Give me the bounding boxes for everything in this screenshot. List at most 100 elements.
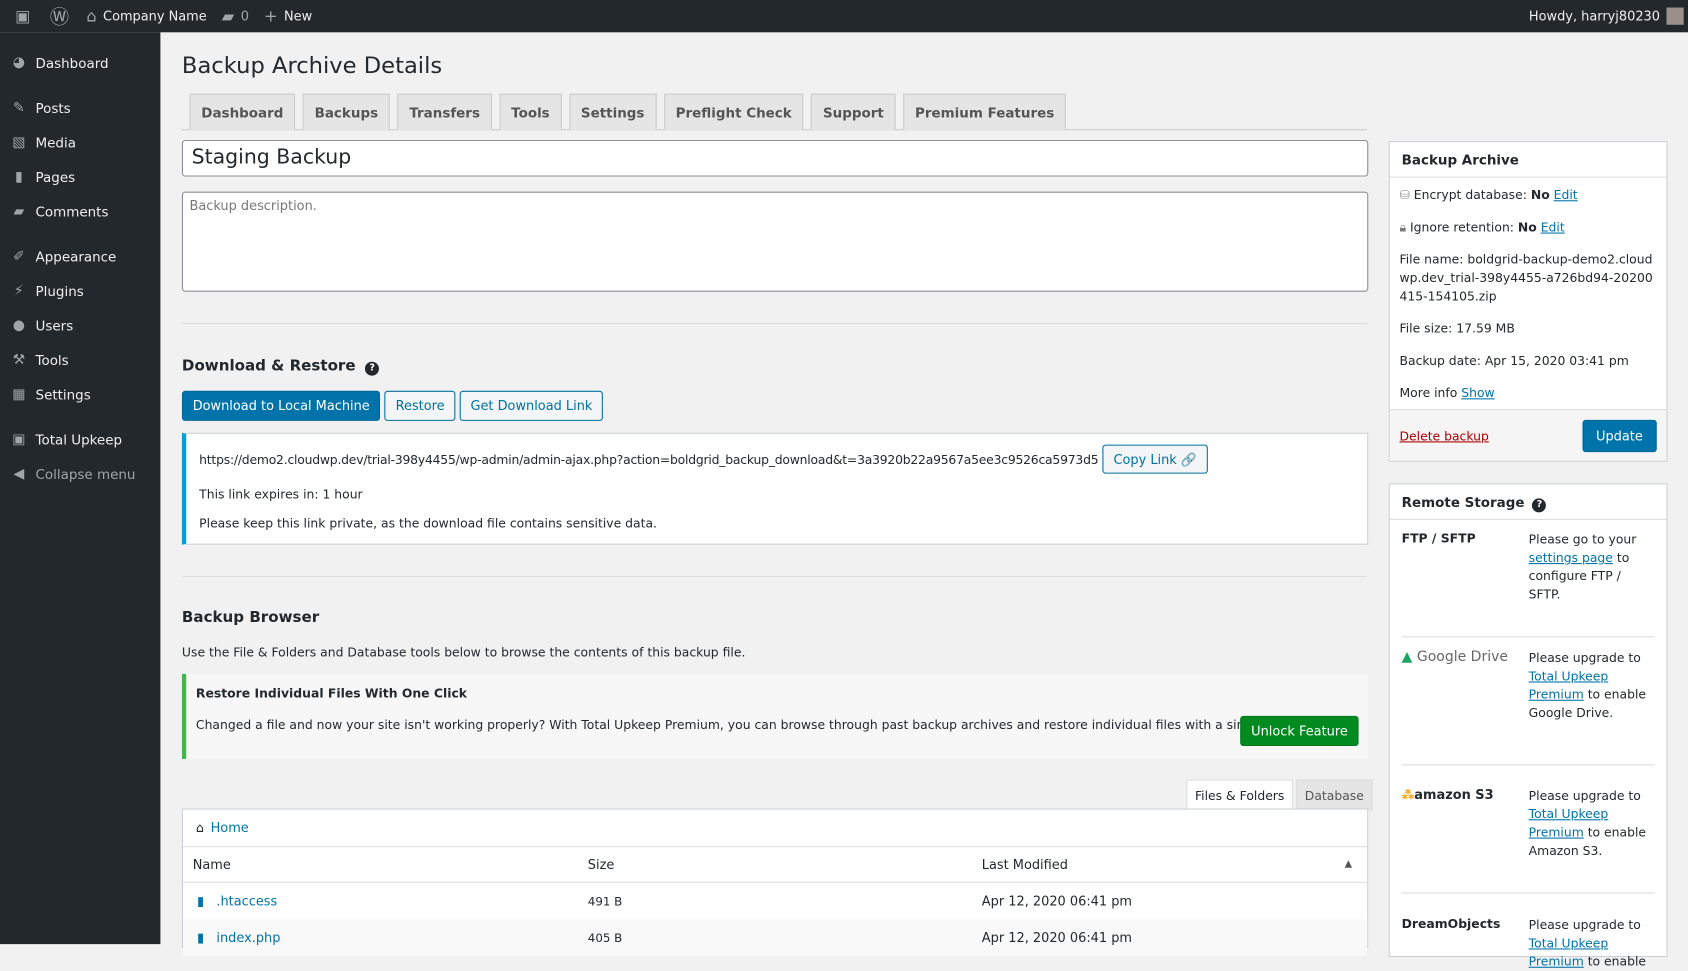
sidebar-item-settings[interactable]: ▦ Settings bbox=[0, 377, 160, 411]
link-icon: 🔗 bbox=[1180, 451, 1198, 467]
column-name[interactable]: Name bbox=[193, 857, 231, 872]
remote-amazon-s3: ⁂amazon S3 Please upgrade to Total Upkee… bbox=[1390, 765, 1667, 892]
wrench-icon: ⚒ bbox=[12, 351, 26, 368]
database-icon: ⛁ bbox=[1399, 187, 1410, 203]
table-row[interactable]: ▮ index.php 405 B Apr 12, 2020 06:41 pm bbox=[183, 919, 1368, 956]
divider bbox=[181, 575, 1368, 578]
restore-button[interactable]: Restore bbox=[384, 390, 456, 421]
brush-icon: ✐ bbox=[12, 248, 25, 265]
sort-asc-icon[interactable]: ▲ bbox=[1345, 859, 1352, 870]
sidebar-item-dashboard[interactable]: ◕ Dashboard bbox=[0, 45, 160, 79]
settings-icon: ▦ bbox=[12, 385, 26, 403]
avatar bbox=[1666, 7, 1684, 25]
file-icon: ▮ bbox=[197, 893, 205, 909]
tab-tools[interactable]: Tools bbox=[499, 93, 562, 131]
download-local-button[interactable]: Download to Local Machine bbox=[181, 390, 381, 421]
tab-transfers[interactable]: Transfers bbox=[397, 93, 492, 131]
lock-icon: 🔒︎ bbox=[1399, 219, 1407, 235]
total-upkeep-premium-link[interactable]: Premium bbox=[1529, 825, 1584, 840]
admin-sidebar: ◕ Dashboard ✎ Posts ▧ Media ▮ Pages ▰ Comment… bbox=[0, 32, 161, 945]
help-icon[interactable]: ? bbox=[365, 361, 380, 376]
tab-settings[interactable]: Settings bbox=[569, 93, 657, 131]
download-link-notice: https://demo2.cloudwp.dev/trial-398y4455… bbox=[181, 432, 1369, 545]
file-name[interactable]: .htaccess bbox=[216, 894, 277, 909]
tab-premium-features[interactable]: Premium Features bbox=[903, 93, 1067, 131]
show-more-info-link[interactable]: Show bbox=[1461, 385, 1494, 400]
total-upkeep-premium-link[interactable]: Premium bbox=[1529, 687, 1584, 702]
total-upkeep-premium-link[interactable]: Total Upkeep bbox=[1529, 806, 1609, 821]
sidebar-item-total-upkeep[interactable]: ▣ Total Upkeep bbox=[0, 422, 160, 456]
edit-encrypt-link[interactable]: Edit bbox=[1554, 187, 1578, 202]
tab-support[interactable]: Support bbox=[811, 93, 896, 131]
home-icon: ⌂ bbox=[195, 820, 205, 836]
file-browser: ⌂ Home Name Size Last Modified ▲ ▮ .htacc… bbox=[181, 808, 1369, 956]
tab-database[interactable]: Database bbox=[1296, 779, 1373, 811]
backup-browser-heading: Backup Browser bbox=[181, 609, 320, 627]
site-name-link[interactable]: ⌂ Company Name bbox=[86, 6, 206, 25]
tab-preflight-check[interactable]: Preflight Check bbox=[663, 93, 804, 131]
wordpress-logo-icon[interactable]: Ⓦ bbox=[50, 2, 69, 30]
tab-files-folders[interactable]: Files & Folders bbox=[1186, 779, 1293, 811]
sidebar-item-users[interactable]: ● Users bbox=[0, 308, 160, 342]
backup-title-input[interactable]: Staging Backup bbox=[181, 139, 1369, 177]
update-button[interactable]: Update bbox=[1581, 419, 1657, 452]
boldgrid-icon[interactable]: ▣ bbox=[15, 6, 30, 25]
help-icon[interactable]: ? bbox=[1532, 498, 1547, 513]
delete-backup-link[interactable]: Delete backup bbox=[1399, 428, 1488, 443]
remote-ftp: FTP / SFTP Please go to your settings pa… bbox=[1401, 530, 1637, 602]
table-row[interactable]: ▮ .htaccess 491 B Apr 12, 2020 06:41 pm bbox=[183, 883, 1367, 920]
divider bbox=[181, 322, 1368, 325]
home-breadcrumb[interactable]: Home bbox=[211, 820, 249, 835]
total-upkeep-premium-link[interactable]: Premium bbox=[1529, 954, 1584, 969]
sidebar-item-plugins[interactable]: ⚡ Plugins bbox=[0, 273, 160, 307]
admin-bar: ▣ Ⓦ ⌂ Company Name ▰ 0 + New Howdy, harryj8… bbox=[0, 0, 1688, 33]
dashboard-icon: ◕ bbox=[12, 54, 25, 71]
column-size[interactable]: Size bbox=[588, 857, 615, 872]
sidebar-item-tools[interactable]: ⚒ Tools bbox=[0, 342, 160, 376]
tab-backups[interactable]: Backups bbox=[302, 93, 390, 131]
download-url[interactable]: https://demo2.cloudwp.dev/trial-398y4455… bbox=[199, 452, 1098, 467]
edit-retention-link[interactable]: Edit bbox=[1541, 220, 1565, 235]
home-icon: ⌂ bbox=[86, 6, 97, 26]
file-icon: ▮ bbox=[197, 930, 205, 946]
file-name[interactable]: index.php bbox=[216, 930, 280, 945]
settings-page-link[interactable]: settings page bbox=[1529, 550, 1613, 565]
comments-link[interactable]: ▰ 0 bbox=[222, 6, 249, 25]
tab-dashboard[interactable]: Dashboard bbox=[189, 93, 296, 131]
get-download-link-button[interactable]: Get Download Link bbox=[459, 390, 604, 421]
table-header: Name Size Last Modified ▲ bbox=[183, 847, 1368, 883]
sidebar-item-appearance[interactable]: ✐ Appearance bbox=[0, 239, 160, 273]
collapse-icon: ◀ bbox=[13, 465, 25, 482]
sidebar-item-media[interactable]: ▧ Media bbox=[0, 125, 160, 159]
sidebar-item-posts[interactable]: ✎ Posts bbox=[0, 90, 160, 124]
page-title: Backup Archive Details bbox=[181, 52, 443, 79]
media-icon: ▧ bbox=[12, 134, 26, 151]
backup-description-textarea[interactable]: Backup description. bbox=[181, 191, 1369, 292]
account-menu[interactable]: Howdy, harryj80230 bbox=[1529, 7, 1684, 25]
nav-tabs: Dashboard Backups Transfers Tools Settin… bbox=[181, 93, 1368, 131]
pages-icon: ▮ bbox=[14, 168, 23, 185]
download-restore-heading: Download & Restore ? bbox=[182, 357, 380, 376]
amazon-s3-logo: ⁂amazon S3 bbox=[1401, 786, 1494, 803]
comment-icon: ▰ bbox=[221, 6, 235, 26]
pin-icon: ✎ bbox=[12, 99, 25, 116]
unlock-feature-button[interactable]: Unlock Feature bbox=[1240, 715, 1359, 747]
remote-storage-box: Remote Storage ? FTP / SFTP Please go to… bbox=[1388, 483, 1668, 969]
upkeep-icon: ▣ bbox=[12, 431, 26, 448]
sidebar-item-pages[interactable]: ▮ Pages bbox=[0, 159, 160, 193]
collapse-menu-button[interactable]: ◀ Collapse menu bbox=[0, 456, 160, 490]
total-upkeep-premium-link[interactable]: Total Upkeep bbox=[1529, 936, 1609, 951]
total-upkeep-premium-link[interactable]: Total Upkeep bbox=[1529, 669, 1609, 684]
remote-google-drive: ▲ Google Drive Please upgrade to Total U… bbox=[1401, 649, 1647, 721]
user-icon: ● bbox=[12, 317, 25, 334]
new-content-link[interactable]: + New bbox=[264, 6, 312, 25]
premium-promo-notice: Restore Individual Files With One Click … bbox=[181, 673, 1369, 759]
column-last-modified[interactable]: Last Modified bbox=[982, 857, 1068, 872]
remote-dreamobjects: DreamObjects Please upgrade to Total Upk… bbox=[1401, 916, 1647, 969]
plugin-icon: ⚡ bbox=[13, 282, 24, 299]
sidebar-item-comments[interactable]: ▰ Comments bbox=[0, 194, 160, 228]
comments-icon: ▰ bbox=[13, 202, 25, 220]
plus-icon: + bbox=[263, 6, 278, 26]
copy-link-button[interactable]: Copy Link 🔗 bbox=[1102, 444, 1208, 474]
google-drive-logo: ▲ bbox=[1401, 649, 1413, 666]
